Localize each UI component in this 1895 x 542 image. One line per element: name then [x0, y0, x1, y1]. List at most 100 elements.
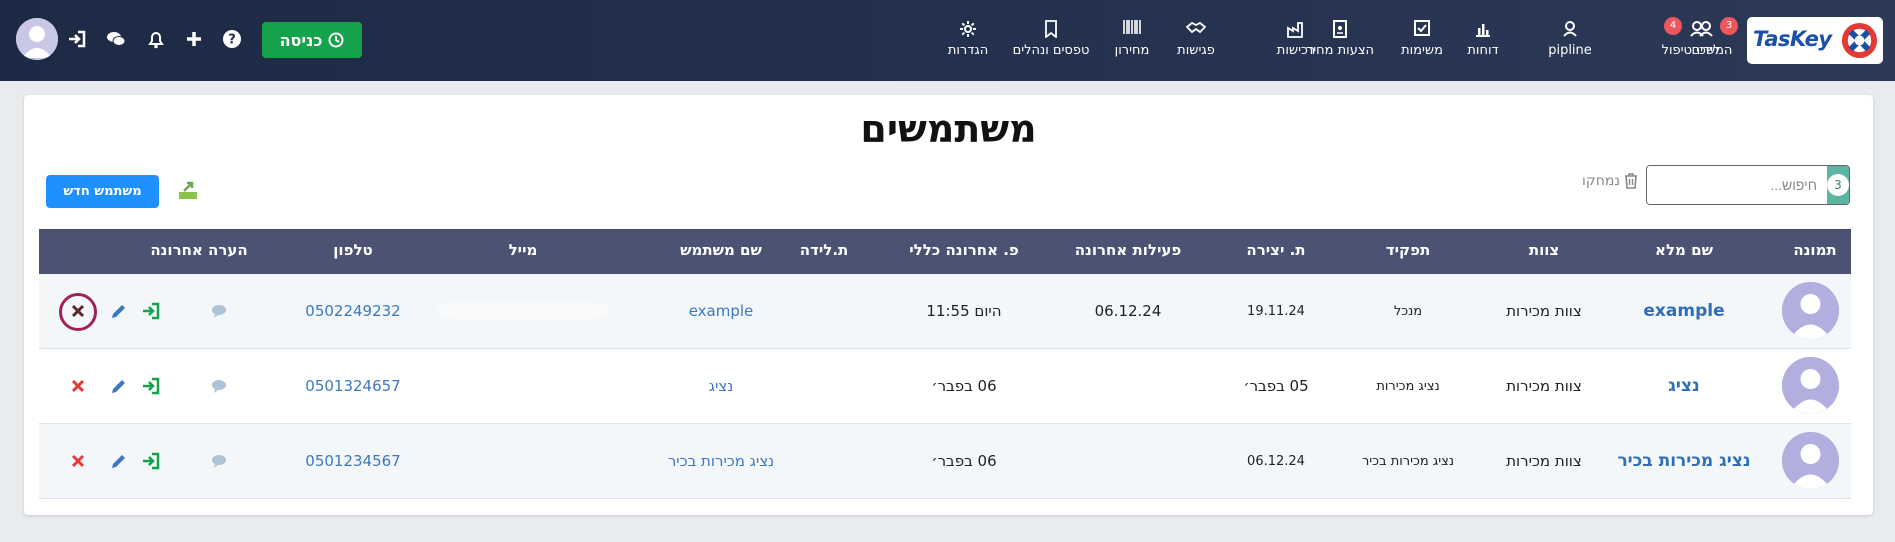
- row-birthdate: [789, 424, 859, 499]
- new-user-button[interactable]: משתמש חדש: [46, 175, 159, 208]
- deleted-label: נמחקו: [1581, 173, 1620, 189]
- row-username[interactable]: נציג: [651, 349, 791, 424]
- edit-icon[interactable]: [109, 301, 129, 321]
- row-avatar: [1782, 357, 1839, 414]
- login-as-icon[interactable]: [141, 301, 161, 321]
- col-last-note: הערה אחרונה: [150, 241, 248, 259]
- row-created: 05 בפבר׳: [1243, 377, 1309, 395]
- row-created: 06.12.24: [1247, 454, 1305, 469]
- nav-meetings[interactable]: פגישות: [1175, 20, 1217, 64]
- col-birthdate: ת.לידה: [799, 241, 849, 259]
- checkbox-icon: [1414, 20, 1430, 36]
- comment-icon[interactable]: [209, 376, 229, 396]
- row-role: מנכל: [1393, 304, 1423, 319]
- barcode-icon: [1123, 20, 1141, 34]
- help-icon[interactable]: ?: [221, 28, 243, 50]
- table-row[interactable]: example צוות מכירות מנכל 19.11.24 06.12.…: [39, 274, 1851, 349]
- taskey-logo[interactable]: TasKey: [1747, 17, 1883, 64]
- row-email: [438, 349, 608, 424]
- delete-icon[interactable]: [68, 376, 88, 396]
- search-box: 3: [1646, 165, 1850, 205]
- svg-text:?: ?: [228, 33, 236, 48]
- plus-icon[interactable]: [183, 28, 205, 50]
- row-phone[interactable]: 0501324657: [293, 349, 413, 424]
- row-username[interactable]: נציג מכירות בכיר: [651, 424, 791, 499]
- nav-reports[interactable]: דוחות: [1465, 20, 1501, 64]
- row-username[interactable]: example: [651, 274, 791, 349]
- row-email-redacted: [438, 304, 608, 318]
- user-icon: [1690, 21, 1704, 37]
- logo-text: TasKey: [1753, 27, 1832, 51]
- nav-label: משימות: [1401, 43, 1443, 58]
- followups-badge: 4: [1664, 17, 1682, 35]
- row-email: [438, 424, 608, 499]
- edit-icon[interactable]: [109, 376, 129, 396]
- logo-mark-icon: [1841, 22, 1878, 59]
- table-row[interactable]: נציג מכירות בכיר צוות מכירות נציג מכירות…: [39, 424, 1851, 499]
- row-last-activity: [1078, 424, 1178, 499]
- page-title: משתמשים: [860, 107, 1037, 151]
- col-photo: תמונה: [1793, 241, 1837, 259]
- col-username: שם משתמש: [680, 241, 762, 259]
- factory-icon: [1287, 22, 1303, 38]
- nav-purchases[interactable]: רכישות: [1273, 20, 1319, 64]
- nav-label: pipline: [1548, 43, 1592, 58]
- row-created: 19.11.24: [1247, 304, 1305, 319]
- row-full-name[interactable]: נציג: [1609, 349, 1759, 424]
- user-icon: [1563, 21, 1577, 37]
- nav-followups[interactable]: המשכי טיפול 4: [1659, 17, 1735, 64]
- nav-settings[interactable]: הגדרות: [945, 20, 991, 64]
- nav-tasks[interactable]: משימות: [1397, 20, 1447, 64]
- nav-pipeline[interactable]: pipline: [1545, 20, 1595, 64]
- row-full-name[interactable]: נציג מכירות בכיר: [1609, 424, 1759, 499]
- export-icon[interactable]: [177, 179, 199, 201]
- col-last-activity: פעילות אחרונה: [1074, 241, 1182, 259]
- nav-pricelist[interactable]: מחירון: [1112, 20, 1152, 64]
- comment-icon[interactable]: [209, 451, 229, 471]
- col-last-general: פ. אחרונה כללי: [909, 241, 1019, 259]
- users-card: משתמשים 3 נמחקו משתמש חדש תמונה שם מלא צ…: [24, 95, 1873, 515]
- chat-icon[interactable]: [105, 28, 127, 50]
- document-icon: [1333, 20, 1347, 38]
- avatar-placeholder-icon: [1782, 432, 1839, 489]
- gear-icon: [960, 21, 976, 37]
- col-created: ת. יצירה: [1246, 241, 1306, 259]
- row-avatar: [1782, 282, 1839, 339]
- avatar-placeholder-icon: [1782, 357, 1839, 414]
- row-birthdate: [789, 274, 859, 349]
- handshake-icon: [1186, 21, 1206, 34]
- row-phone[interactable]: 0502249232: [293, 274, 413, 349]
- edit-icon[interactable]: [109, 451, 129, 471]
- clock-icon: [328, 32, 344, 48]
- row-full-name[interactable]: example: [1609, 274, 1759, 349]
- nav-label: המשכי טיפול: [1661, 43, 1733, 58]
- col-phone: טלפון: [333, 241, 373, 259]
- user-avatar[interactable]: [16, 18, 58, 60]
- entry-button[interactable]: כניסה: [262, 22, 362, 58]
- login-as-icon[interactable]: [141, 376, 161, 396]
- row-phone[interactable]: 0501234567: [293, 424, 413, 499]
- col-full-name: שם מלא: [1655, 241, 1713, 259]
- avatar-placeholder-icon: [1782, 282, 1839, 339]
- row-role: נציג מכירות בכיר: [1361, 454, 1455, 469]
- search-input[interactable]: [1647, 166, 1827, 204]
- nav-forms[interactable]: טפסים ונהלים: [1011, 20, 1091, 64]
- login-as-icon[interactable]: [141, 451, 161, 471]
- row-last-general: 06 בפבר׳: [931, 452, 997, 470]
- nav-label: הגדרות: [947, 43, 989, 58]
- row-team: צוות מכירות: [1506, 452, 1582, 470]
- deleted-filter[interactable]: נמחקו: [1582, 173, 1638, 189]
- comment-icon[interactable]: [209, 301, 229, 321]
- row-team: צוות מכירות: [1506, 302, 1582, 320]
- row-role: נציג מכירות: [1376, 379, 1440, 394]
- delete-icon[interactable]: [68, 451, 88, 471]
- users-table: תמונה שם מלא צוות תפקיד ת. יצירה פעילות …: [39, 229, 1851, 499]
- table-row[interactable]: נציג צוות מכירות נציג מכירות 05 בפבר׳ 06…: [39, 349, 1851, 424]
- entry-button-label: כניסה: [279, 30, 323, 50]
- sign-in-icon[interactable]: [66, 28, 88, 50]
- avatar-placeholder-icon: [16, 18, 58, 60]
- bell-icon[interactable]: [145, 28, 167, 50]
- col-email: מייל: [508, 241, 538, 259]
- nav-label: רכישות: [1276, 43, 1316, 58]
- delete-icon[interactable]: [68, 301, 88, 321]
